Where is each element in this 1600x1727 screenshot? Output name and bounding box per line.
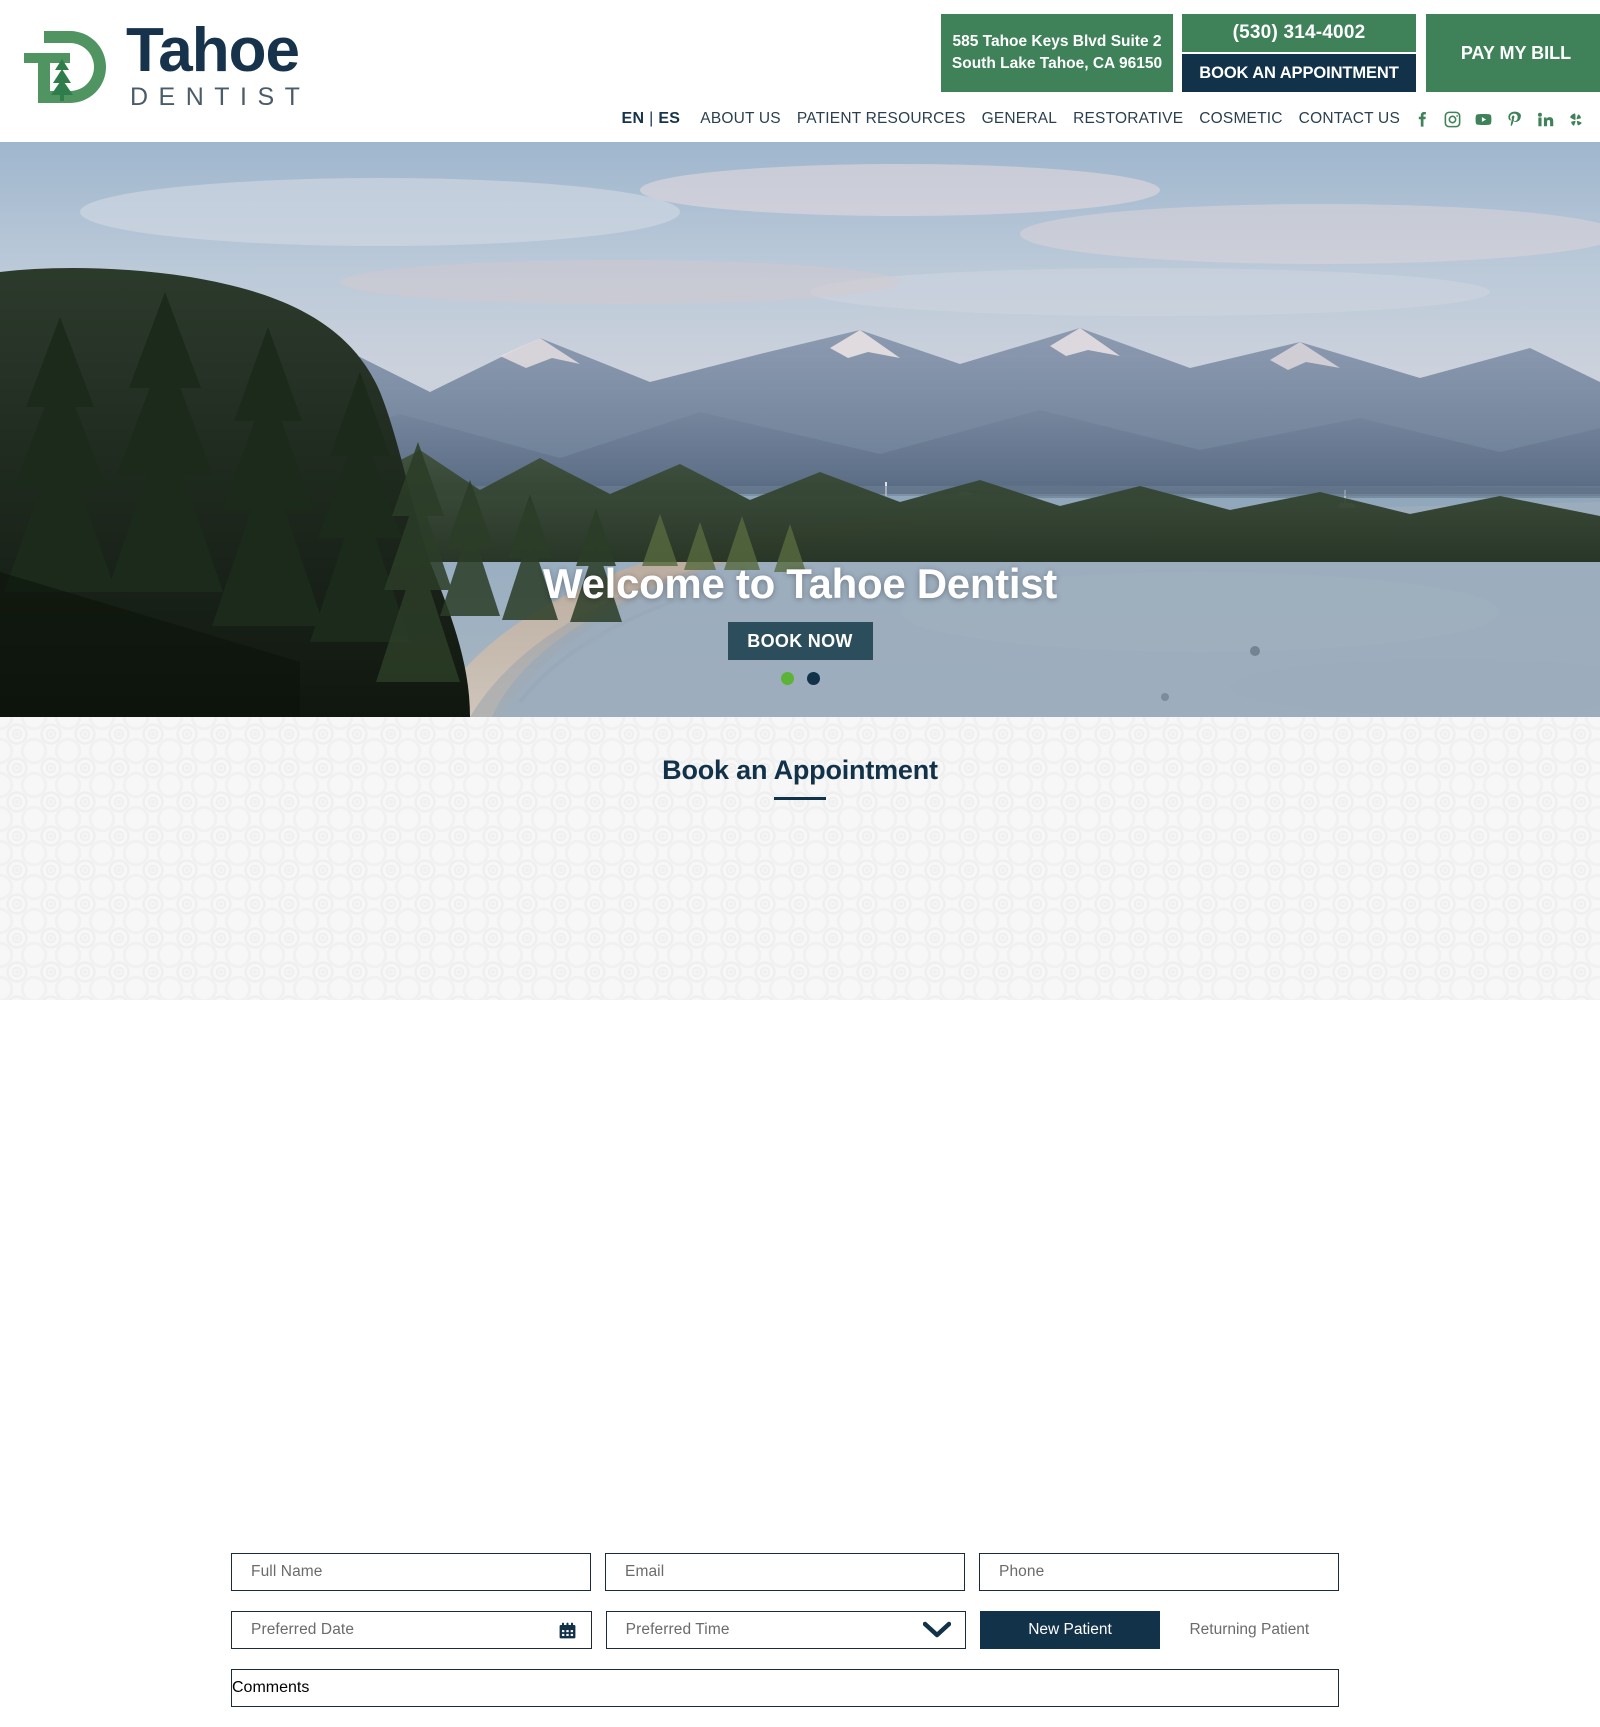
- form-row-2: Preferred Date Preferred Time New Patien…: [231, 1611, 1339, 1649]
- phone-placeholder: Phone: [999, 1563, 1045, 1580]
- lang-en[interactable]: EN: [622, 110, 645, 127]
- td-monogram-pine-tree-icon: [16, 25, 120, 109]
- preferred-time-select[interactable]: Preferred Time: [605, 1611, 967, 1649]
- logo-word: Tahoe: [126, 16, 300, 85]
- yelp-icon[interactable]: [1567, 110, 1586, 129]
- nav-item-patient-resources[interactable]: PATIENT RESOURCES: [797, 110, 966, 128]
- lang-es[interactable]: ES: [658, 110, 680, 127]
- comments-placeholder: Comments: [232, 1679, 310, 1696]
- full-name-input[interactable]: Full Name: [231, 1553, 591, 1591]
- social-links: [1412, 110, 1586, 129]
- hero-book-now-button[interactable]: BOOK NOW: [727, 622, 873, 660]
- email-input[interactable]: Email: [605, 1553, 965, 1591]
- comments-textarea[interactable]: Comments: [231, 1669, 1339, 1707]
- nav-item-restorative[interactable]: RESTORATIVE: [1073, 110, 1183, 128]
- appointment-form-section: Book an Appointment Full Name Email Phon…: [0, 717, 1600, 1707]
- address-block: 585 Tahoe Keys Blvd Suite 2 South Lake T…: [941, 14, 1173, 92]
- email-placeholder: Email: [625, 1563, 665, 1580]
- nav-item-contact-us[interactable]: CONTACT US: [1299, 110, 1400, 128]
- hero-content: Welcome to Tahoe Dentist BOOK NOW: [0, 560, 1600, 685]
- nav-item-general[interactable]: GENERAL: [982, 110, 1057, 128]
- form-row-1: Full Name Email Phone: [231, 1553, 1339, 1591]
- address-line-2: South Lake Tahoe, CA 96150: [951, 55, 1163, 72]
- linkedin-icon[interactable]: [1536, 110, 1555, 129]
- carousel-dots: [0, 672, 1600, 685]
- language-switcher[interactable]: EN | ES: [622, 110, 681, 128]
- site-header: Tahoe DENTIST 585 Tahoe Keys Blvd Suite …: [0, 0, 1600, 142]
- youtube-icon[interactable]: [1474, 110, 1493, 129]
- chevron-down-icon[interactable]: [923, 1621, 952, 1639]
- nav-item-cosmetic[interactable]: COSMETIC: [1199, 110, 1282, 128]
- pinterest-icon[interactable]: [1505, 110, 1524, 129]
- address-line-1: 585 Tahoe Keys Blvd Suite 2: [952, 32, 1162, 50]
- facebook-icon[interactable]: [1412, 110, 1431, 129]
- patient-type-toggle: New Patient Returning Patient: [980, 1611, 1339, 1649]
- preferred-date-placeholder: Preferred Date: [251, 1621, 355, 1638]
- lang-separator: |: [649, 110, 654, 127]
- book-appointment-button[interactable]: BOOK AN APPOINTMENT: [1182, 54, 1416, 92]
- appointment-form: Full Name Email Phone Preferred Date Pre…: [231, 1553, 1339, 1727]
- carousel-dot-2[interactable]: [806, 672, 820, 685]
- instagram-icon[interactable]: [1443, 110, 1462, 129]
- heading-underline: [774, 797, 826, 800]
- calendar-icon[interactable]: [558, 1621, 577, 1640]
- new-patient-button[interactable]: New Patient: [980, 1611, 1160, 1649]
- preferred-date-input[interactable]: Preferred Date: [231, 1611, 592, 1649]
- returning-patient-button[interactable]: Returning Patient: [1160, 1611, 1339, 1649]
- nav-item-about-us[interactable]: ABOUT US: [700, 110, 781, 128]
- main-navigation: EN | ES ABOUT US PATIENT RESOURCES GENER…: [0, 104, 1600, 134]
- site-logo[interactable]: Tahoe DENTIST: [16, 16, 310, 112]
- hero-title: Welcome to Tahoe Dentist: [543, 560, 1057, 607]
- phone-button[interactable]: (530) 314-4002: [1182, 14, 1416, 52]
- form-row-3: Comments: [231, 1669, 1339, 1707]
- pay-my-bill-button[interactable]: PAY MY BILL: [1426, 14, 1600, 92]
- form-heading: Book an Appointment: [662, 755, 938, 785]
- phone-input[interactable]: Phone: [979, 1553, 1339, 1591]
- full-name-placeholder: Full Name: [251, 1563, 323, 1580]
- carousel-dot-1[interactable]: [780, 672, 794, 685]
- hero-carousel: Welcome to Tahoe Dentist BOOK NOW: [0, 142, 1600, 717]
- preferred-time-placeholder: Preferred Time: [625, 1621, 730, 1638]
